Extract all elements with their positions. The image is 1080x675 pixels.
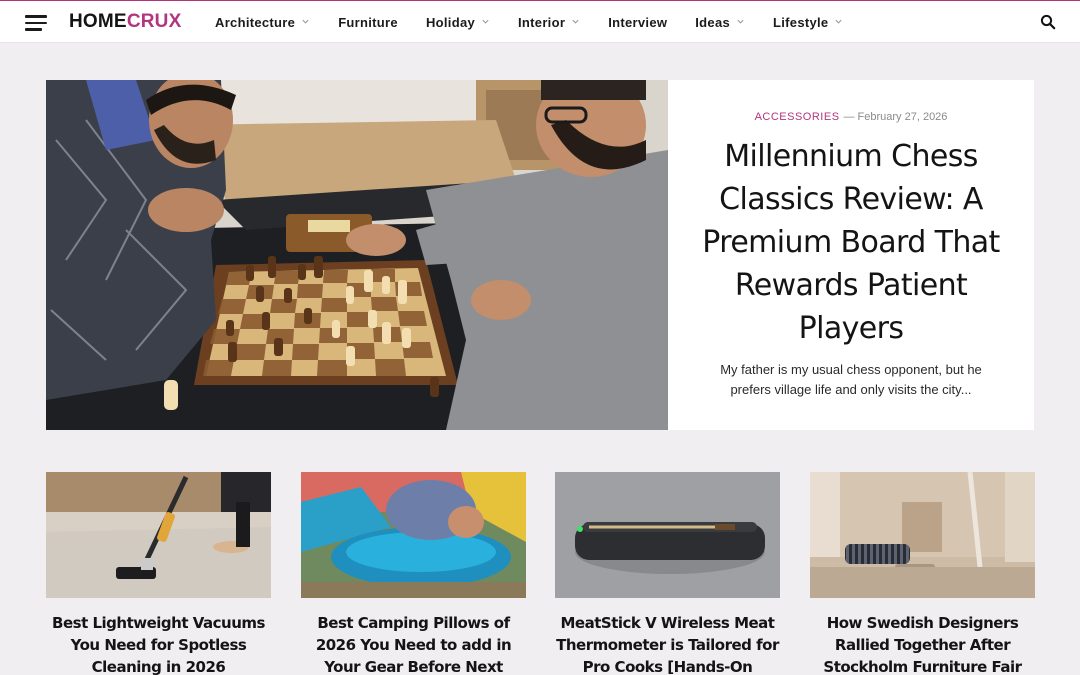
chevron-down-icon: [302, 19, 309, 24]
nav-item-furniture[interactable]: Furniture: [338, 15, 398, 30]
site-header: HOMECRUX Architecture Furniture Holiday …: [0, 1, 1080, 43]
post-title[interactable]: Best Lightweight Vacuums You Need for Sp…: [42, 612, 275, 675]
hamburger-menu-icon[interactable]: [25, 15, 47, 31]
camping-pillow-photo: [301, 472, 526, 598]
featured-image[interactable]: [46, 80, 668, 430]
nav-item-ideas[interactable]: Ideas: [695, 15, 745, 30]
post-thumbnail[interactable]: [555, 472, 780, 598]
post-title[interactable]: MeatStick V Wireless Meat Thermometer is…: [551, 612, 784, 675]
nav-label: Furniture: [338, 14, 398, 30]
nav-item-holiday[interactable]: Holiday: [426, 15, 490, 30]
site-logo[interactable]: HOMECRUX: [69, 11, 181, 33]
nav-item-lifestyle[interactable]: Lifestyle: [773, 15, 843, 30]
post-card: MeatStick V Wireless Meat Thermometer is…: [555, 472, 780, 675]
chevron-down-icon: [737, 19, 744, 24]
category-link[interactable]: ACCESSORIES: [755, 111, 840, 123]
logo-crux: CRUX: [126, 11, 182, 32]
featured-article: ACCESSORIES — February 27, 2026 Millennium…: [46, 80, 1034, 430]
vacuum-photo: [46, 472, 271, 598]
post-card: Best Camping Pillows of 2026 You Need to…: [301, 472, 526, 675]
main-nav: Architecture Furniture Holiday Interior …: [215, 1, 871, 43]
interior-room-photo: [810, 472, 1035, 598]
featured-title[interactable]: Millennium Chess Classics Review: A Prem…: [696, 135, 1006, 350]
post-thumbnail[interactable]: [301, 472, 526, 598]
post-card: How Swedish Designers Rallied Together A…: [810, 472, 1035, 675]
chess-players-photo: [46, 80, 668, 430]
chevron-down-icon: [572, 19, 579, 24]
meat-thermometer-photo: [555, 472, 780, 598]
nav-label: Lifestyle: [773, 14, 829, 30]
post-thumbnail[interactable]: [810, 472, 1035, 598]
chevron-down-icon: [482, 19, 489, 24]
logo-home: HOME: [69, 11, 127, 32]
nav-label: Holiday: [425, 14, 476, 30]
nav-label: Architecture: [215, 14, 296, 30]
nav-item-interior[interactable]: Interior: [518, 15, 580, 30]
post-title[interactable]: Best Camping Pillows of 2026 You Need to…: [297, 612, 530, 675]
nav-label: Interior: [518, 14, 566, 30]
chevron-down-icon: [835, 19, 843, 24]
post-date: February 27, 2026: [857, 111, 948, 123]
nav-label: Ideas: [695, 14, 731, 30]
post-card: Best Lightweight Vacuums You Need for Sp…: [46, 472, 271, 675]
featured-meta: ACCESSORIES — February 27, 2026: [668, 111, 1034, 123]
featured-excerpt: My father is my usual chess opponent, bu…: [720, 362, 982, 397]
search-icon[interactable]: [1040, 14, 1056, 30]
nav-item-architecture[interactable]: Architecture: [215, 15, 310, 30]
nav-item-interview[interactable]: Interview: [608, 15, 667, 30]
nav-label: Interview: [608, 14, 668, 30]
post-title[interactable]: How Swedish Designers Rallied Together A…: [806, 612, 1039, 675]
featured-text: ACCESSORIES — February 27, 2026 Millennium…: [668, 80, 1034, 430]
meta-separator: —: [843, 111, 855, 123]
post-thumbnail[interactable]: [46, 472, 271, 598]
